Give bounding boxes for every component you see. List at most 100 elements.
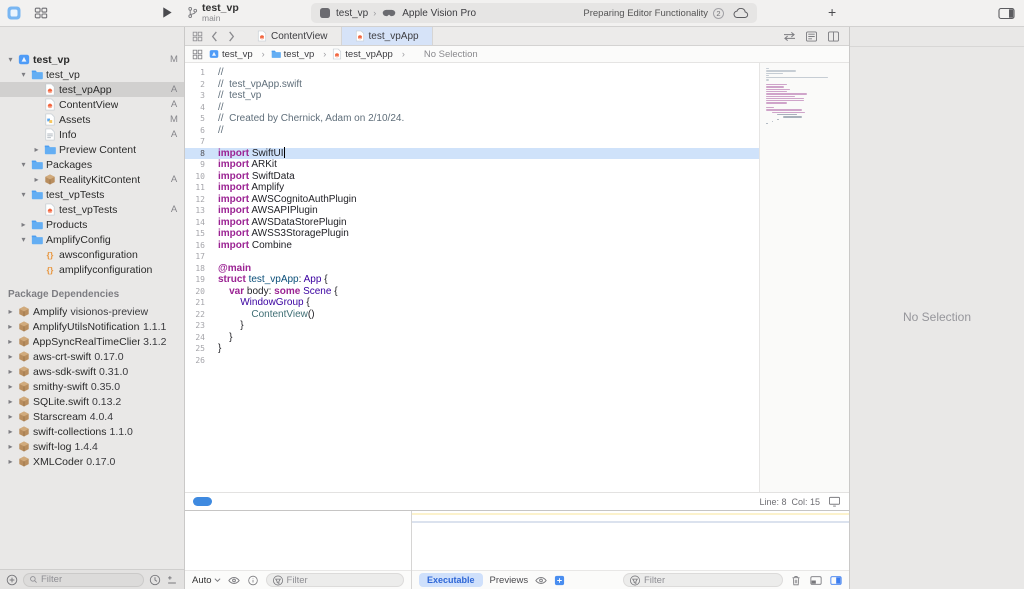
line-number[interactable]: 4 bbox=[185, 103, 209, 112]
breadcrumb-item[interactable]: test_vpApp bbox=[332, 48, 411, 60]
code-text[interactable]: import AWSAPIPlugin bbox=[209, 205, 318, 216]
code-line[interactable]: 22 ContentView() bbox=[185, 309, 759, 321]
scheme-selector[interactable]: test_vp › Apple Vision Pro Preparing Edi… bbox=[311, 3, 757, 23]
package-dependency-item[interactable]: ▸ smithy-swift 0.35.0 bbox=[0, 379, 184, 394]
source-editor[interactable]: 1 // 2 // test_vpApp.swift 3 // test_vp … bbox=[185, 63, 759, 492]
cloud-icon[interactable] bbox=[733, 8, 749, 19]
add-button[interactable]: + bbox=[828, 4, 836, 20]
package-dependency-item[interactable]: ▸ Starscream 4.0.4 bbox=[0, 409, 184, 424]
code-line[interactable]: 7 bbox=[185, 136, 759, 148]
disclosure-triangle[interactable]: ▾ bbox=[19, 235, 28, 244]
editor-tab[interactable]: ContentView bbox=[244, 27, 342, 45]
code-line[interactable]: 12 import AWSCognitoAuthPlugin bbox=[185, 194, 759, 206]
navigator-filter-input[interactable] bbox=[41, 574, 138, 585]
code-text[interactable]: import Combine bbox=[209, 240, 292, 251]
breadcrumb-item[interactable]: test_vp bbox=[271, 48, 333, 60]
code-text[interactable]: var body: some Scene { bbox=[209, 286, 338, 297]
code-line[interactable]: 16 import Combine bbox=[185, 240, 759, 252]
package-dependency-item[interactable]: ▸ SQLite.swift 0.13.2 bbox=[0, 394, 184, 409]
back-button-icon[interactable] bbox=[209, 31, 220, 42]
tree-item[interactable]: {} awsconfiguration bbox=[0, 247, 184, 262]
line-number[interactable]: 9 bbox=[185, 160, 209, 169]
debug-console[interactable]: Executable Previews bbox=[412, 511, 849, 589]
code-line[interactable]: 14 import AWSDataStorePlugin bbox=[185, 217, 759, 229]
bookmarks-navigator-icon[interactable] bbox=[44, 32, 56, 44]
breadcrumb-item[interactable]: test_vp bbox=[209, 48, 271, 60]
variables-info-icon[interactable] bbox=[247, 575, 259, 586]
package-dependency-item[interactable]: ▸ aws-sdk-swift 0.31.0 bbox=[0, 364, 184, 379]
disclosure-triangle[interactable]: ▾ bbox=[19, 160, 28, 169]
package-dependency-item[interactable]: ▸ swift-collections 1.1.0 bbox=[0, 424, 184, 439]
code-line[interactable]: 24 } bbox=[185, 332, 759, 344]
disclosure-triangle[interactable]: ▸ bbox=[6, 457, 15, 466]
line-number[interactable]: 21 bbox=[185, 298, 209, 307]
code-text[interactable]: ContentView() bbox=[209, 309, 315, 320]
disclosure-triangle[interactable]: ▸ bbox=[6, 442, 15, 451]
disclosure-triangle[interactable]: ▸ bbox=[6, 322, 15, 331]
line-number[interactable]: 18 bbox=[185, 264, 209, 273]
attributes-inspector-icon[interactable] bbox=[983, 30, 995, 43]
navigator-filter-field[interactable] bbox=[23, 573, 144, 587]
disclosure-triangle[interactable]: ▸ bbox=[6, 307, 15, 316]
scheme-device[interactable]: Apple Vision Pro bbox=[402, 8, 476, 19]
disclosure-triangle[interactable]: ▸ bbox=[6, 427, 15, 436]
app-proxy-icon[interactable] bbox=[6, 5, 22, 21]
tree-item[interactable]: ▸ Products bbox=[0, 217, 184, 232]
line-number[interactable]: 2 bbox=[185, 80, 209, 89]
console-pane-toggle-icon[interactable] bbox=[830, 575, 842, 586]
clear-console-icon[interactable] bbox=[790, 575, 802, 586]
code-text[interactable]: struct test_vpApp: App { bbox=[209, 274, 328, 285]
line-number[interactable]: 16 bbox=[185, 241, 209, 250]
line-number[interactable]: 19 bbox=[185, 275, 209, 284]
debugger-icon[interactable] bbox=[554, 575, 565, 586]
line-number[interactable]: 3 bbox=[185, 91, 209, 100]
line-number[interactable]: 1 bbox=[185, 68, 209, 77]
code-line[interactable]: 2 // test_vpApp.swift bbox=[185, 79, 759, 91]
disclosure-triangle[interactable]: ▸ bbox=[32, 175, 41, 184]
related-items-icon[interactable] bbox=[192, 49, 203, 60]
line-number[interactable]: 24 bbox=[185, 333, 209, 342]
package-dependency-item[interactable]: ▸ aws-crt-swift 0.17.0 bbox=[0, 349, 184, 364]
disclosure-triangle[interactable]: ▸ bbox=[6, 382, 15, 391]
package-dependency-item[interactable]: ▸ AppSyncRealTimeClient 3.1.2 bbox=[0, 334, 184, 349]
disclosure-triangle[interactable]: ▾ bbox=[19, 190, 28, 199]
tab-grid-icon[interactable] bbox=[192, 31, 203, 42]
code-text[interactable]: import AWSDataStorePlugin bbox=[209, 217, 347, 228]
code-text[interactable]: import ARKit bbox=[209, 159, 277, 170]
code-text[interactable]: // test_vpApp.swift bbox=[209, 79, 302, 90]
code-text[interactable]: // Created by Chernick, Adam on 2/10/24. bbox=[209, 113, 404, 124]
line-number[interactable]: 11 bbox=[185, 183, 209, 192]
variables-filter-field[interactable] bbox=[266, 573, 404, 587]
tree-item[interactable]: ContentView A bbox=[0, 97, 184, 112]
code-line[interactable]: 11 import Amplify bbox=[185, 182, 759, 194]
code-line[interactable]: 21 WindowGroup { bbox=[185, 297, 759, 309]
code-text[interactable]: // bbox=[209, 67, 224, 78]
package-dependency-item[interactable]: ▸ Amplify visionos-preview bbox=[0, 304, 184, 319]
line-number[interactable]: 17 bbox=[185, 252, 209, 261]
code-line[interactable]: 20 var body: some Scene { bbox=[185, 286, 759, 298]
code-line[interactable]: 13 import AWSAPIPlugin bbox=[185, 205, 759, 217]
disclosure-triangle[interactable]: ▸ bbox=[32, 145, 41, 154]
accessibility-inspector-icon[interactable] bbox=[957, 30, 969, 43]
code-text[interactable]: WindowGroup { bbox=[209, 297, 310, 308]
variables-filter-input[interactable] bbox=[287, 575, 398, 586]
disclosure-triangle[interactable]: ▸ bbox=[19, 220, 28, 229]
tests-navigator-icon[interactable] bbox=[98, 32, 110, 44]
tree-item[interactable]: ▾ AmplifyConfig bbox=[0, 232, 184, 247]
disclosure-triangle[interactable]: ▸ bbox=[6, 367, 15, 376]
tab-overview-icon[interactable] bbox=[34, 6, 48, 20]
issues-navigator-icon[interactable] bbox=[80, 32, 92, 44]
source-control-navigator-icon[interactable] bbox=[26, 32, 38, 44]
status-count-badge[interactable]: 2 bbox=[713, 8, 724, 19]
code-line[interactable]: 5 // Created by Chernick, Adam on 2/10/2… bbox=[185, 113, 759, 125]
line-number[interactable]: 8 bbox=[185, 149, 209, 158]
console-filter-input[interactable] bbox=[644, 575, 777, 586]
package-dependency-item[interactable]: ▸ AmplifyUtilsNotifications 1.1.1 bbox=[0, 319, 184, 334]
line-number[interactable]: 7 bbox=[185, 137, 209, 146]
line-number[interactable]: 23 bbox=[185, 321, 209, 330]
code-line[interactable]: 6 // bbox=[185, 125, 759, 137]
code-line[interactable]: 18 @main bbox=[185, 263, 759, 275]
line-number[interactable]: 15 bbox=[185, 229, 209, 238]
executable-scope-button[interactable]: Executable bbox=[419, 573, 483, 587]
line-number[interactable]: 14 bbox=[185, 218, 209, 227]
